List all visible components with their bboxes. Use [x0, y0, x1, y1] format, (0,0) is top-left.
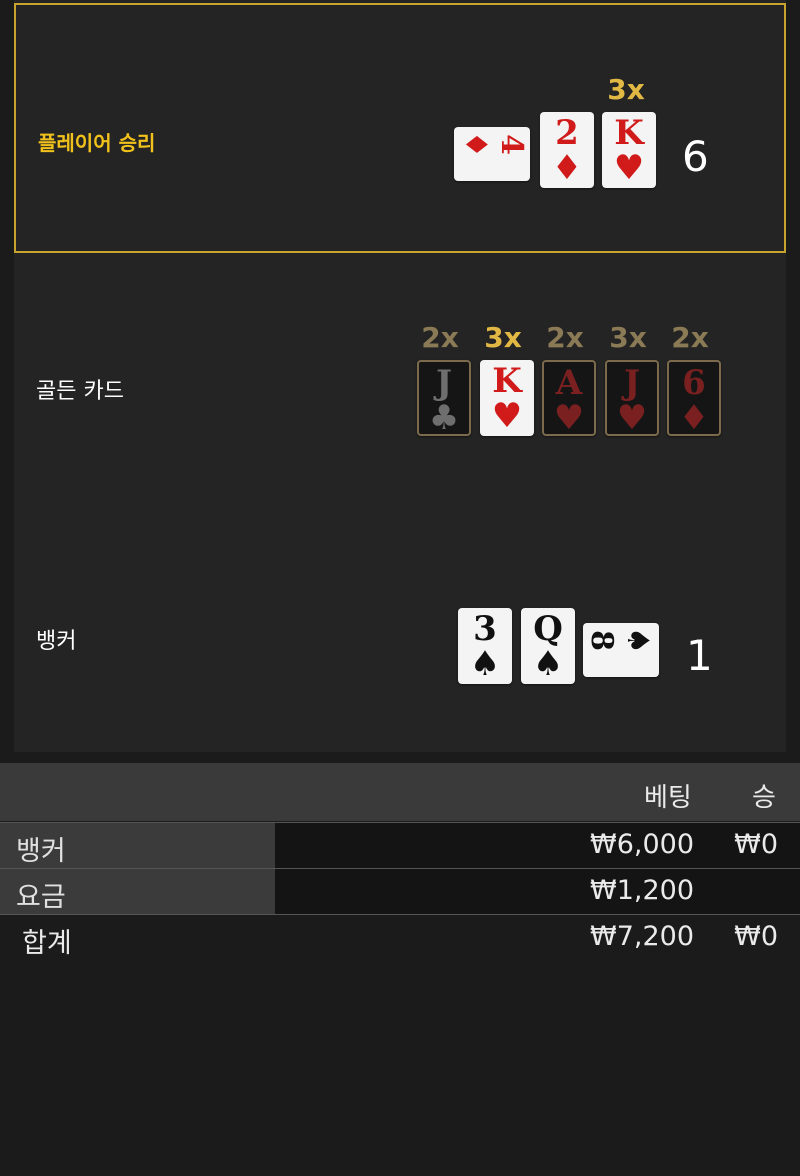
golden-multiplier-3: 2x [546, 321, 584, 354]
player-card-3: K ♥ [602, 112, 656, 188]
player-card-2: 2 ♦ [540, 112, 594, 188]
table-row-values [275, 869, 800, 914]
golden-card-2-suit: ♥ [491, 396, 523, 436]
table-row-name-cell: 요금 [0, 869, 275, 914]
table-row-name: 뱅커 [16, 836, 66, 867]
golden-card-3-rank: A [555, 363, 583, 403]
bet-table-header: 베팅 승 [0, 763, 800, 821]
player-win-label: 플레이어 승리 [38, 131, 156, 155]
golden-card-1-suit: ♣ [428, 398, 460, 438]
total-win: ₩0 [734, 921, 778, 952]
golden-card-row: 골든 카드 2x J ♣ 3x K ♥ 2x A ♥ 3x J ♥ 2x 6 ♦ [14, 253, 786, 503]
golden-multiplier-4: 3x [609, 321, 647, 354]
golden-card-2-rank: K [492, 361, 522, 401]
table-row: 뱅커 ₩6,000 ₩0 [0, 822, 800, 868]
golden-card-5-suit: ♦ [678, 398, 710, 438]
golden-card-5-rank: 6 [682, 363, 706, 403]
banker-card-3-suit: ♠ [619, 627, 655, 654]
table-row-bet: ₩6,000 [590, 829, 694, 860]
player-card-2-rank: 2 [555, 113, 579, 153]
player-row: 플레이어 승리 ♦ 4 2 ♦ 3x K ♥ 6 [14, 3, 786, 253]
golden-card-1: J ♣ [417, 360, 471, 436]
golden-multiplier-5: 2x [671, 321, 709, 354]
golden-card-label: 골든 카드 [36, 379, 124, 404]
golden-card-4-suit: ♥ [616, 398, 648, 438]
golden-card-4: J ♥ [605, 360, 659, 436]
golden-multiplier-2: 3x [484, 321, 522, 354]
golden-multiplier-1: 2x [421, 321, 459, 354]
golden-card-4-rank: J [623, 363, 641, 403]
banker-card-1: 3 ♠ [458, 608, 512, 684]
golden-card-3: A ♥ [542, 360, 596, 436]
player-card-2-suit: ♦ [551, 148, 583, 188]
player-multiplier: 3x [607, 73, 645, 106]
banker-row: 뱅커 3 ♠ Q ♠ 8 ♠ 1 [14, 503, 786, 753]
banker-card-2-rank: Q [533, 609, 563, 649]
player-card-1: ♦ 4 [454, 127, 530, 181]
golden-card-3-suit: ♥ [553, 398, 585, 438]
table-row-name: 요금 [16, 882, 66, 913]
table-row-win: ₩0 [734, 829, 778, 860]
player-score: 6 [682, 132, 709, 181]
player-card-1-suit: ♦ [458, 131, 494, 158]
player-card-3-suit: ♥ [613, 148, 645, 188]
banker-label: 뱅커 [36, 629, 77, 654]
banker-card-1-rank: 3 [473, 609, 497, 649]
bet-column-header: 베팅 [644, 783, 692, 813]
golden-card-2: K ♥ [480, 360, 534, 436]
total-bet: ₩7,200 [590, 921, 694, 952]
banker-score: 1 [686, 631, 713, 680]
total-label: 합계 [22, 928, 72, 959]
player-card-1-rank: 4 [493, 134, 529, 155]
win-column-header: 승 [752, 783, 776, 813]
table-row-values [275, 823, 800, 868]
player-card-3-rank: K [614, 113, 644, 153]
table-row: 요금 ₩1,200 [0, 868, 800, 914]
banker-card-1-suit: ♠ [469, 644, 501, 684]
banker-card-2-suit: ♠ [532, 644, 564, 684]
banker-card-3: 8 ♠ [583, 623, 659, 677]
total-row: 합계 ₩7,200 ₩0 [0, 914, 800, 1176]
table-row-bet: ₩1,200 [590, 875, 694, 906]
banker-card-3-rank: 8 [584, 630, 620, 651]
banker-card-2: Q ♠ [521, 608, 575, 684]
golden-card-5: 6 ♦ [667, 360, 721, 436]
table-row-name-cell: 뱅커 [0, 823, 275, 868]
golden-card-1-rank: J [435, 363, 453, 403]
